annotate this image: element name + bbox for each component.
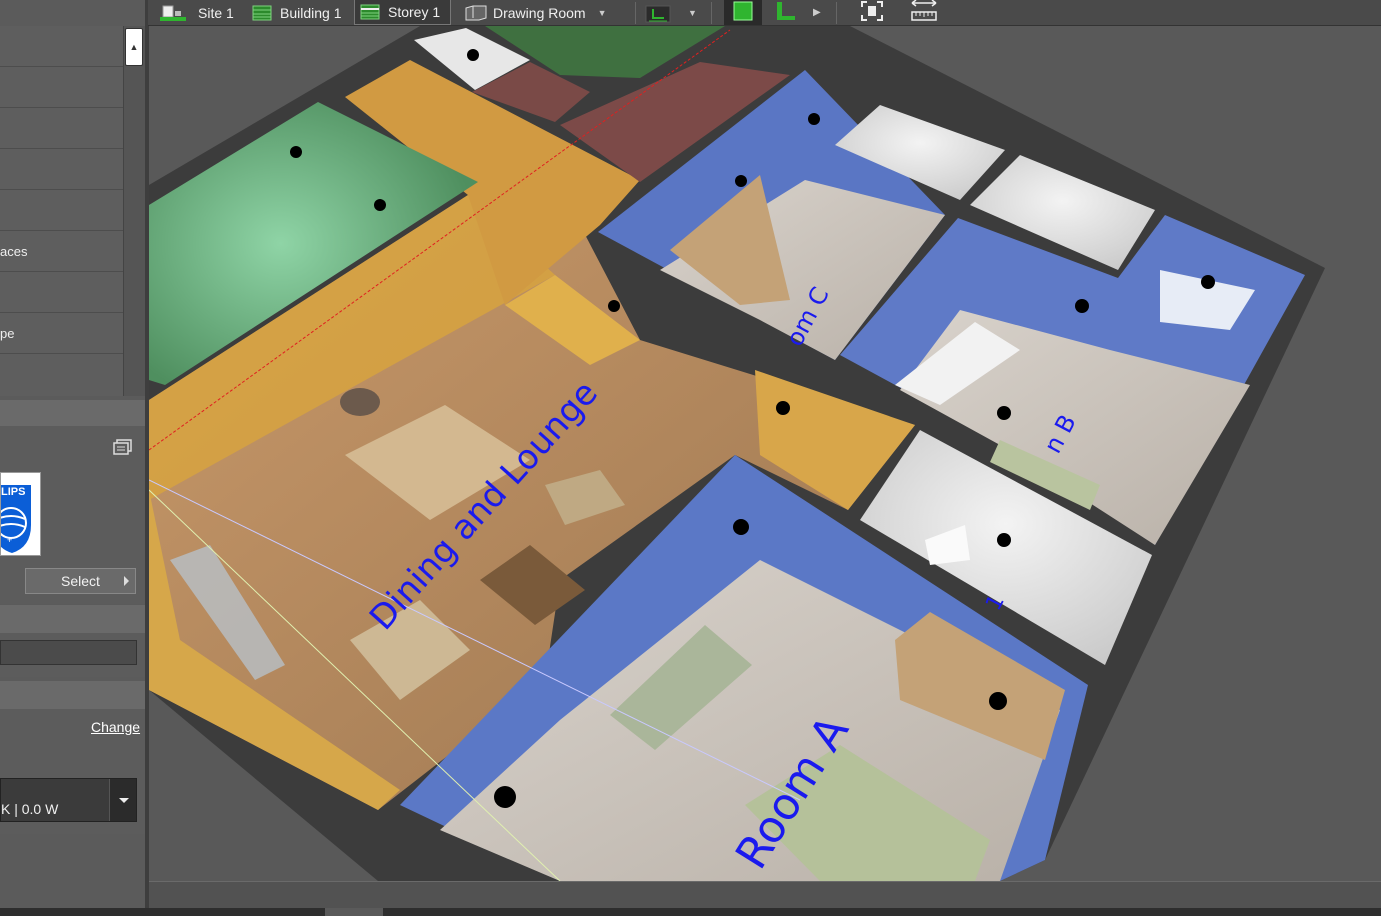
taskbar-strip [0, 908, 1381, 916]
fit-view-icon [860, 0, 884, 25]
tab-site-label: Site 1 [198, 4, 234, 21]
floor-plan-button[interactable] [645, 0, 673, 25]
list-item[interactable]: pe [0, 313, 123, 354]
svg-text:+: + [7, 535, 12, 545]
tab-building-label: Building 1 [280, 4, 342, 21]
app-window: aces pe ▲ LIPS + Select Change K | 0.0 W… [0, 0, 1381, 916]
chevron-down-icon[interactable]: ▼ [598, 8, 607, 18]
list-item[interactable] [0, 149, 123, 190]
light-output-value: K | 0.0 W [1, 801, 59, 817]
tab-building[interactable]: Building 1 [252, 0, 342, 25]
scroll-up-button[interactable]: ▲ [125, 28, 143, 66]
section-header[interactable] [0, 400, 145, 426]
catalog-icon[interactable] [113, 439, 133, 460]
floor-plan-icon [645, 5, 671, 22]
toolbar-separator [836, 2, 837, 24]
fit-view-button[interactable] [860, 0, 884, 25]
3d-viewport[interactable]: Dining and Lounge Room A n B om C 1 [149, 26, 1381, 881]
list-item[interactable] [0, 108, 123, 149]
solid-cube-icon [733, 1, 753, 24]
ruler-icon [910, 0, 938, 25]
section-header[interactable] [0, 681, 145, 709]
tab-site[interactable]: Site 1 [160, 0, 234, 25]
logo-text: LIPS [1, 486, 25, 498]
select-button[interactable]: Select [25, 568, 136, 594]
list-item[interactable] [0, 67, 123, 108]
list-item[interactable] [0, 190, 123, 231]
toolbar-separator [711, 2, 712, 24]
toolbar-separator [635, 2, 636, 24]
name-input[interactable] [0, 640, 137, 665]
light-output-dropdown[interactable]: K | 0.0 W [0, 778, 137, 822]
tab-room-label: Drawing Room [493, 4, 586, 21]
list-item[interactable] [0, 354, 123, 395]
properties-panel: aces pe ▲ LIPS + Select Change K | 0.0 W [0, 0, 145, 916]
chevron-up-icon: ▲ [129, 42, 139, 52]
ceiling-lamp [340, 388, 380, 416]
floor-plan-scene: Dining and Lounge Room A n B om C 1 [149, 26, 1325, 881]
wall-tool-button[interactable] [775, 0, 797, 25]
chevron-down-icon[interactable]: ▼ [688, 0, 697, 25]
measure-button[interactable] [910, 0, 938, 25]
chevron-down-icon[interactable] [109, 779, 136, 821]
chevron-right-icon [124, 576, 129, 586]
strip-segment [325, 908, 383, 916]
list-scrollbar[interactable]: ▲ [123, 26, 145, 396]
chevron-right-icon[interactable]: ▶ [813, 0, 821, 25]
site-icon [160, 5, 186, 21]
location-toolbar: Site 1 Building 1 Storey 1 Drawing Room … [148, 0, 1381, 26]
list-item[interactable]: aces [0, 231, 123, 272]
manufacturer-logo: LIPS + [0, 472, 41, 556]
list-item[interactable] [0, 272, 123, 313]
wall-corner-icon [775, 1, 797, 24]
object-list: aces pe [0, 26, 123, 396]
tab-room[interactable]: Drawing Room ▼ [465, 0, 607, 25]
room-icon [465, 5, 487, 21]
solid-view-button[interactable] [724, 0, 762, 25]
tab-storey-label: Storey 1 [388, 4, 441, 20]
building-icon [252, 5, 272, 21]
select-button-label: Select [61, 573, 100, 589]
tab-storey[interactable]: Storey 1 [354, 0, 452, 25]
list-item[interactable] [0, 26, 123, 67]
section-header[interactable] [0, 605, 145, 633]
change-link[interactable]: Change [91, 719, 140, 735]
storey-icon [360, 4, 380, 20]
